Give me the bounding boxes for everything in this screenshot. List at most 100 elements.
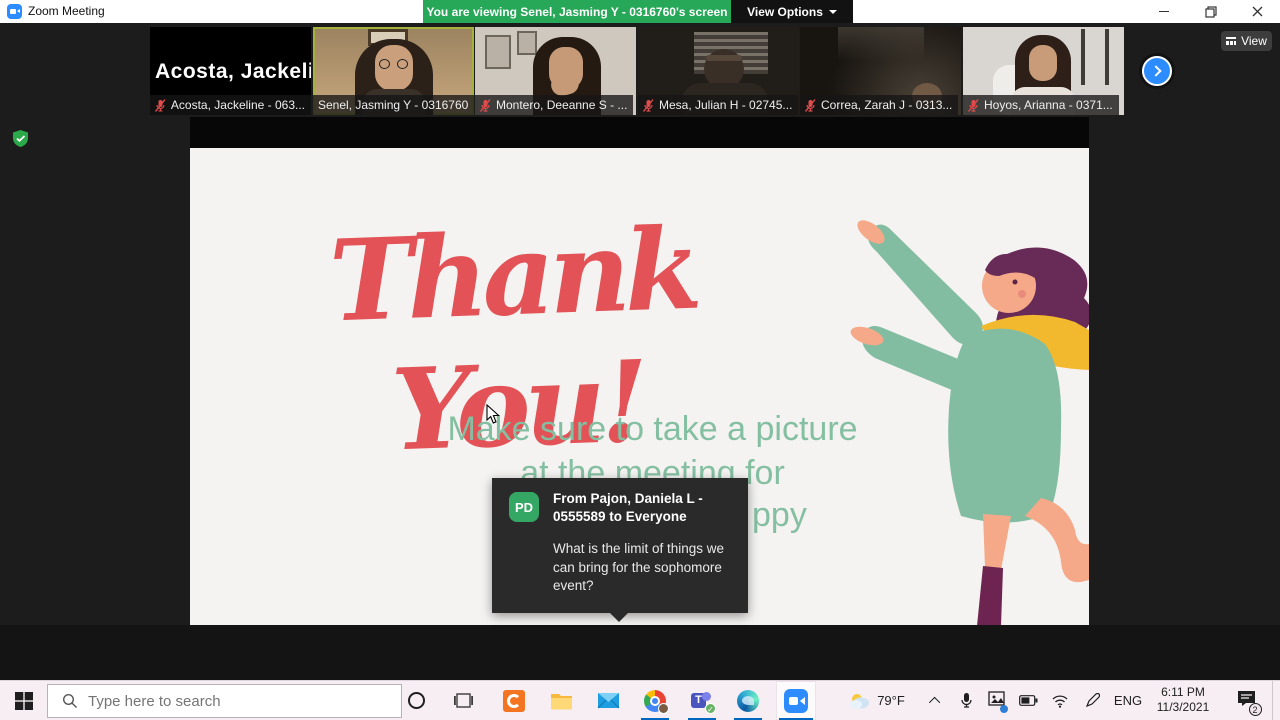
zoom-meeting-window: Zoom Meeting You are viewing Senel, Jasm… [0,0,1280,720]
language-indicator[interactable]: ENG [1108,681,1148,720]
weather-temp: 79°F [877,693,905,708]
participant-label: Correa, Zarah J - 0313... [800,95,959,115]
file-explorer-icon [550,694,572,710]
chat-sender-line: From Pajon, Daniela L - 0555589 to Every… [553,491,703,524]
chrome-profile-avatar [658,702,669,714]
notification-center-icon: 2 [1237,690,1262,716]
next-participants-button[interactable] [1142,56,1172,86]
weather-widget[interactable]: 79°F [842,681,912,720]
chat-message-text: What is the limit of things we can bring… [553,541,725,593]
participant-label-text: Montero, Deeanne S - ... [496,98,628,112]
chat-notification-popup[interactable]: PD From Pajon, Daniela L - 0555589 to Ev… [492,478,748,622]
participant-label: Mesa, Julian H - 02745... [638,95,799,115]
meeting-toolbar: Unmute Start Video 106 Particip [0,625,1280,680]
notification-badge: 2 [1248,702,1262,716]
task-view-button[interactable] [443,681,483,720]
participant-face [1029,45,1057,81]
restore-icon [1204,5,1217,18]
minimize-icon [1158,11,1169,12]
minimize-button[interactable] [1141,0,1186,23]
tray-overflow-button[interactable] [922,681,950,720]
tray-wifi[interactable] [1046,681,1074,720]
notification-center-button[interactable]: 2 [1226,681,1266,720]
windows-taskbar: T ✓ 79°F [0,680,1280,720]
teams-button[interactable]: T ✓ [682,681,722,720]
chrome-button[interactable] [635,681,675,720]
ceiling-light [838,27,924,61]
participant-name-overlay: Acosta, Jackelin... [155,60,311,83]
video-tile-correa[interactable]: Correa, Zarah J - 0313... [800,27,961,115]
chevron-right-icon [1149,65,1162,77]
grid-view-icon [1226,37,1237,45]
video-tile-mesa[interactable]: Mesa, Julian H - 02745... [638,27,799,115]
mic-muted-icon [643,98,654,112]
weather-icon [850,693,870,709]
show-desktop-button[interactable] [1272,681,1280,720]
search-input[interactable] [88,692,338,710]
mail-button[interactable] [588,681,628,720]
cortana-button[interactable] [396,681,436,720]
restore-button[interactable] [1188,0,1233,23]
participant-headband [706,55,742,61]
start-button[interactable] [4,681,44,720]
chevron-down-icon [828,9,837,14]
battery-icon [1018,695,1037,706]
tray-microphone[interactable] [952,681,980,720]
mic-muted-icon [805,98,816,112]
video-tile-hoyos[interactable]: Hoyos, Arianna - 0371... [963,27,1124,115]
participant-label-text: Acosta, Jackeline - 063... [170,98,305,112]
glasses-left [379,59,390,69]
pen-icon [1085,693,1100,708]
edge-button[interactable] [728,681,768,720]
glasses-right [397,59,408,69]
taskbar-clock[interactable]: 6:11 PM 11/3/2021 [1152,685,1214,715]
chrome-icon [644,689,669,714]
viewing-screen-banner: You are viewing Senel, Jasming Y - 03167… [423,0,731,23]
participant-label-text: Correa, Zarah J - 0313... [821,98,953,112]
close-icon [1252,6,1263,17]
close-button[interactable] [1235,0,1280,23]
participant-label: Hoyos, Arianna - 0371... [963,95,1119,115]
window-title: Zoom Meeting [28,4,105,18]
participant-label-text: Hoyos, Arianna - 0371... [984,98,1113,112]
task-view-icon [453,693,473,708]
microphone-tray-icon [960,693,972,708]
taskbar-search[interactable] [47,684,402,718]
tray-pen[interactable] [1078,681,1106,720]
mouse-cursor [486,404,500,424]
zoom-taskbar-button[interactable] [776,681,816,720]
clock-date: 11/3/2021 [1156,700,1210,714]
shared-screen-letterbox [190,117,1089,148]
view-options-label: View Options [747,4,823,19]
picture-frame [485,35,511,69]
view-layout-button[interactable]: View [1221,31,1272,51]
teams-status-check: ✓ [705,702,716,714]
zoom-app-icon [7,4,22,19]
window-frame [1105,29,1109,85]
tray-battery[interactable] [1014,681,1042,720]
security-shield-icon[interactable] [11,129,30,148]
edge-icon [737,689,759,712]
slide-subtitle-line3-fragment: ppy [752,496,807,534]
file-explorer-button[interactable] [541,681,581,720]
video-tile-montero[interactable]: Montero, Deeanne S - ... [475,27,636,115]
photos-tray-icon [987,690,1008,713]
view-layout-label: View [1241,34,1267,48]
window-frame [1081,29,1085,85]
participant-label: Montero, Deeanne S - ... [475,95,634,115]
title-bar: Zoom Meeting You are viewing Senel, Jasm… [0,0,1280,23]
taskbar-app-orange[interactable] [494,681,534,720]
presenter-illustration [850,220,1089,626]
tray-photos[interactable] [982,681,1010,720]
participant-label: Acosta, Jackeline - 063... [150,95,311,115]
teams-icon: T ✓ [691,690,716,714]
crunchyroll-icon [503,689,525,712]
mic-muted-icon [480,98,491,112]
video-tile-senel[interactable]: Senel, Jasming Y - 0316760 [313,27,474,115]
view-options-button[interactable]: View Options [731,0,853,23]
video-tile-acosta[interactable]: Acosta, Jackelin... Acosta, Jackeline - … [150,27,311,115]
sender-avatar: PD [509,492,539,522]
mic-muted-icon [968,98,979,112]
mic-muted-icon [155,98,166,112]
windows-logo-icon [15,691,33,710]
